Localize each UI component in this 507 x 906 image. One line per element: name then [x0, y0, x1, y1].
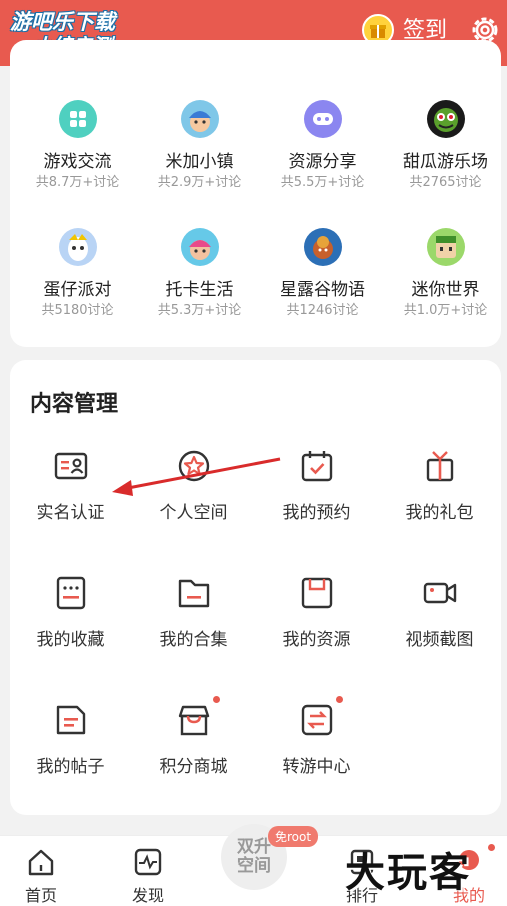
- menu-my-reservations[interactable]: 我的预约: [255, 448, 378, 523]
- eggy-party-icon: [58, 228, 97, 266]
- community-count: 共2.9万+讨论: [157, 175, 242, 190]
- community-count: 共1.0万+讨论: [403, 303, 488, 318]
- community-count: 共5.3万+讨论: [157, 303, 242, 318]
- discover-icon: [134, 848, 162, 876]
- community-count: 共2765讨论: [409, 175, 482, 190]
- calendar-check-icon: [299, 448, 335, 484]
- watermark-text: 大玩客: [345, 849, 471, 896]
- transfer-icon: [299, 696, 343, 738]
- menu-points-mall[interactable]: 积分商城: [132, 696, 255, 777]
- post-icon: [53, 702, 89, 738]
- tab-home[interactable]: 首页: [6, 848, 76, 906]
- community-name: 游戏交流: [43, 152, 112, 172]
- community-name: 甜瓜游乐场: [403, 152, 488, 172]
- section-title: 内容管理: [30, 392, 119, 417]
- gamepad-icon: [303, 100, 342, 138]
- menu-my-resources[interactable]: 我的资源: [255, 575, 378, 650]
- community-name: 托卡生活: [165, 280, 234, 300]
- community-name: 迷你世界: [411, 280, 480, 300]
- menu-label: 我的合集: [159, 630, 228, 650]
- community-count: 共1246讨论: [286, 303, 359, 318]
- menu-label: 视频截图: [405, 630, 474, 650]
- community-item[interactable]: 托卡生活 共5.3万+讨论: [138, 228, 261, 319]
- menu-label: 个人空间: [159, 503, 228, 523]
- notification-dot: [212, 696, 220, 703]
- community-name: 米加小镇: [165, 152, 234, 172]
- menu-my-posts[interactable]: 我的帖子: [9, 702, 132, 777]
- tab-label: 首页: [24, 886, 57, 905]
- save-icon: [299, 575, 335, 611]
- community-item[interactable]: 蛋仔派对 共5180讨论: [16, 228, 139, 319]
- menu-my-collection[interactable]: 我的合集: [132, 575, 255, 650]
- notification-dot: [335, 696, 343, 703]
- community-item[interactable]: 甜瓜游乐场 共2765讨论: [384, 100, 507, 191]
- bookmark-list-icon: [53, 575, 89, 611]
- community-item[interactable]: 米加小镇 共2.9万+讨论: [138, 100, 261, 191]
- miga-town-icon: [180, 100, 219, 138]
- stardew-valley-icon: [303, 228, 342, 266]
- menu-label: 转游中心: [282, 757, 351, 777]
- melon-playground-icon: [426, 100, 465, 138]
- menu-personal-space[interactable]: 个人空间: [132, 448, 255, 523]
- tab-label: 发现: [131, 886, 164, 905]
- menu-transfer-center[interactable]: 转游中心: [255, 696, 378, 777]
- mini-world-icon: [426, 228, 465, 266]
- id-card-icon: [53, 448, 89, 484]
- community-count: 共5.5万+讨论: [280, 175, 365, 190]
- notification-dot: [488, 844, 495, 851]
- content-management-card: 内容管理 实名认证 个人空间 我的预约 我的礼包 我的收藏 我的合集 我的资源 …: [10, 360, 501, 815]
- community-name: 星露谷物语: [280, 280, 365, 300]
- video-camera-icon: [422, 575, 458, 611]
- shop-icon: [176, 696, 220, 738]
- menu-label: 积分商城: [159, 757, 228, 777]
- community-item[interactable]: 资源分享 共5.5万+讨论: [261, 100, 384, 191]
- menu-label: 我的礼包: [405, 503, 474, 523]
- menu-label: 我的帖子: [36, 757, 105, 777]
- community-count: 共5180讨论: [41, 303, 114, 318]
- menu-my-favorites[interactable]: 我的收藏: [9, 575, 132, 650]
- community-count: 共8.7万+讨论: [35, 175, 120, 190]
- root-badge: 免root: [268, 826, 319, 847]
- community-name: 蛋仔派对: [43, 280, 112, 300]
- gift-box-icon: [422, 448, 458, 484]
- folder-icon: [176, 575, 212, 611]
- star-badge-icon: [176, 448, 212, 484]
- tab-discover[interactable]: 发现: [113, 848, 183, 906]
- community-item[interactable]: 迷你世界 共1.0万+讨论: [384, 228, 507, 319]
- menu-video-screenshot[interactable]: 视频截图: [378, 575, 501, 650]
- game-community-card: 游戏交流 共8.7万+讨论 米加小镇 共2.9万+讨论 资源分享 共5.5万+讨…: [10, 40, 501, 347]
- community-item[interactable]: 游戏交流 共8.7万+讨论: [16, 100, 139, 191]
- community-name: 资源分享: [288, 152, 357, 172]
- grid-apps-icon: [58, 100, 97, 138]
- menu-label: 实名认证: [36, 503, 105, 523]
- menu-real-name-auth[interactable]: 实名认证: [9, 448, 132, 523]
- menu-label: 我的预约: [282, 503, 351, 523]
- toca-life-icon: [180, 228, 219, 266]
- menu-label: 我的收藏: [36, 630, 105, 650]
- menu-label: 我的资源: [282, 630, 351, 650]
- menu-my-gift[interactable]: 我的礼包: [378, 448, 501, 523]
- home-icon: [28, 849, 54, 876]
- community-item[interactable]: 星露谷物语 共1246讨论: [261, 228, 384, 319]
